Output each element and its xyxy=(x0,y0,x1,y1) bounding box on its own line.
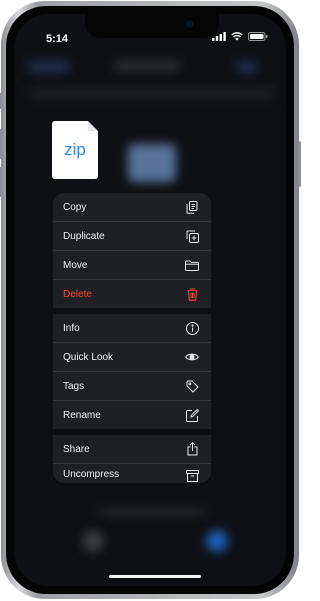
menu-item-label: Uncompress xyxy=(63,469,120,480)
signal-icon xyxy=(212,32,226,41)
menu-item-delete[interactable]: Delete xyxy=(53,280,211,308)
menu-item-label: Quick Look xyxy=(63,351,114,363)
volume-up-button xyxy=(0,129,2,159)
menu-item-info[interactable]: Info xyxy=(53,314,211,342)
menu-item-label: Rename xyxy=(63,409,101,421)
folder-icon xyxy=(185,258,199,272)
zip-file-icon[interactable]: zip xyxy=(52,121,98,179)
share-icon xyxy=(185,442,199,456)
duplicate-icon xyxy=(185,229,199,243)
menu-item-tags[interactable]: Tags xyxy=(53,372,211,400)
volume-down-button xyxy=(0,167,2,197)
trash-icon xyxy=(185,287,199,301)
status-time: 5:14 xyxy=(46,33,69,45)
file-corner-fold xyxy=(88,121,98,131)
context-menu: Copy Duplicate Move Delete Info Quick Lo… xyxy=(53,193,211,483)
silent-switch xyxy=(0,93,2,109)
home-indicator[interactable] xyxy=(109,575,201,578)
menu-item-label: Duplicate xyxy=(63,230,105,242)
menu-item-label: Copy xyxy=(63,201,87,213)
eye-icon xyxy=(185,350,199,364)
blurred-tab-right xyxy=(206,530,228,552)
blurred-nav-left xyxy=(28,60,70,74)
blurred-footer-text xyxy=(98,508,206,516)
copy-icon xyxy=(185,200,199,214)
blurred-file-thumbnail xyxy=(128,144,176,182)
status-icons xyxy=(212,32,268,41)
blurred-title xyxy=(114,60,180,72)
menu-item-label: Tags xyxy=(63,380,85,392)
blurred-tab-left xyxy=(82,530,104,552)
info-icon xyxy=(185,321,199,335)
menu-item-label: Move xyxy=(63,259,88,271)
battery-icon xyxy=(248,32,268,41)
menu-item-label: Info xyxy=(63,322,80,334)
wifi-icon xyxy=(231,32,243,41)
screen: 5:14 zip Copy Duplicate Move Delete Info… xyxy=(14,14,286,586)
menu-item-uncompress[interactable]: Uncompress xyxy=(53,464,211,483)
notch xyxy=(85,14,219,38)
menu-item-copy[interactable]: Copy xyxy=(53,193,211,221)
bezel: 5:14 zip Copy Duplicate Move Delete Info… xyxy=(6,6,294,594)
menu-item-quick-look[interactable]: Quick Look xyxy=(53,343,211,371)
blurred-nav-right xyxy=(236,60,258,74)
phone-frame: 5:14 zip Copy Duplicate Move Delete Info… xyxy=(0,1,301,599)
power-button xyxy=(298,141,301,187)
menu-item-rename[interactable]: Rename xyxy=(53,401,211,429)
tag-icon xyxy=(185,379,199,393)
rename-icon xyxy=(185,408,199,422)
front-camera xyxy=(187,21,193,27)
menu-item-label: Delete xyxy=(63,288,92,300)
menu-item-duplicate[interactable]: Duplicate xyxy=(53,222,211,250)
menu-item-share[interactable]: Share xyxy=(53,435,211,463)
blurred-search-bar xyxy=(28,86,276,100)
archive-icon xyxy=(185,469,199,483)
menu-item-move[interactable]: Move xyxy=(53,251,211,279)
menu-item-label: Share xyxy=(63,443,90,455)
file-extension-label: zip xyxy=(64,140,86,159)
